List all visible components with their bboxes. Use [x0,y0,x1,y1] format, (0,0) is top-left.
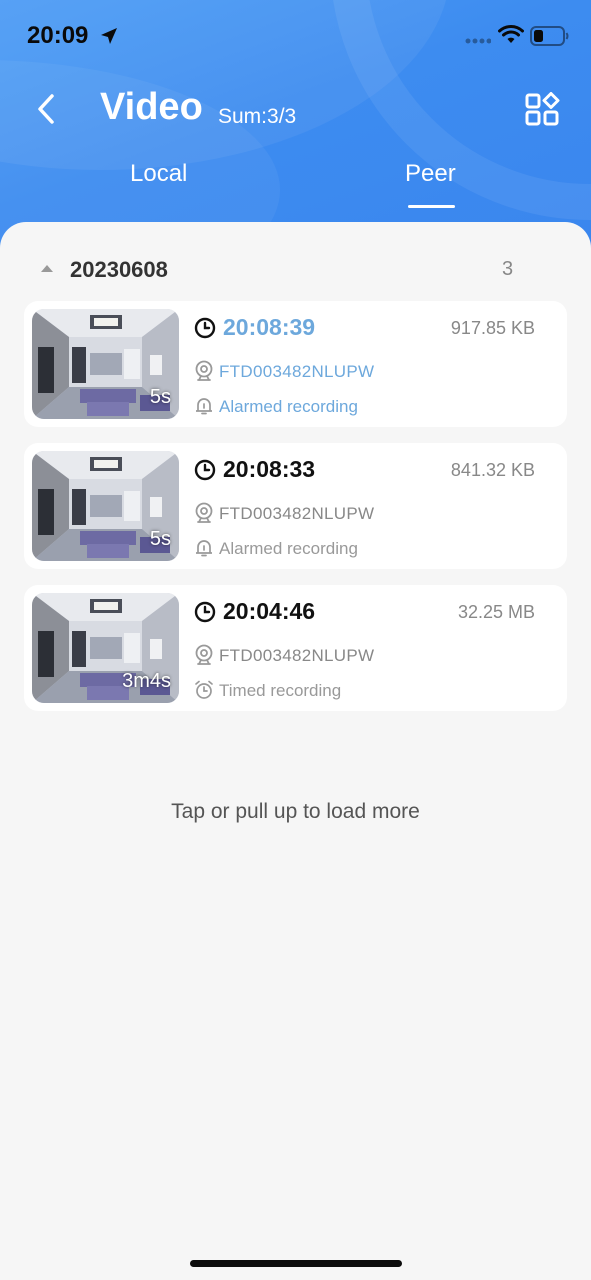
group-count: 3 [502,258,514,280]
status-bar: 20:09 [0,0,591,72]
recording-type: Alarmed recording [219,397,358,416]
bell-icon [196,540,212,557]
video-thumbnail[interactable]: 3m4s [32,593,179,703]
clock-icon [194,459,216,481]
alarm-clock-icon [195,680,213,699]
clock-icon [194,317,216,339]
video-thumbnail[interactable]: 5s [32,309,179,419]
page-title: Video [100,86,203,128]
recording-sum: Sum:3/3 [218,105,297,128]
battery-icon [530,26,569,46]
video-thumbnail[interactable]: 5s [32,451,179,561]
camera-icon [195,360,213,381]
home-indicator [190,1260,402,1267]
tab-local[interactable]: Local [130,160,187,188]
clock-icon [194,601,216,623]
recording-card[interactable]: 3m4s 20:04:46 32.25 MB FTD003482NLUPW Ti… [24,585,567,711]
file-size: 841.32 KB [450,460,535,480]
video-duration: 5s [149,528,171,550]
grid-view-icon[interactable] [524,92,562,128]
recording-time: 20:08:33 [223,456,316,482]
back-button[interactable] [30,88,66,130]
recording-time: 20:04:46 [223,598,316,624]
device-id: FTD003482NLUPW [219,362,375,381]
tab-peer[interactable]: Peer [405,160,456,188]
location-arrow-icon [101,28,117,44]
cellular-signal-icon [465,38,491,44]
camera-icon [195,644,213,665]
recording-card[interactable]: 5s 20:08:39 917.85 KB FTD003482NLUPW Ala… [24,301,567,427]
date-group-header[interactable]: 20230608 3 [0,252,591,288]
status-time: 20:09 [27,22,89,49]
collapse-arrow-icon[interactable] [40,264,54,274]
camera-icon [195,502,213,523]
recording-card[interactable]: 5s 20:08:33 841.32 KB FTD003482NLUPW Ala… [24,443,567,569]
file-size: 917.85 KB [450,318,535,338]
device-id: FTD003482NLUPW [219,646,375,665]
recording-list-panel: 20230608 3 5s 20:08:39 917.85 KB FTD0034… [0,222,591,1280]
wifi-icon [498,25,524,43]
recording-time: 20:08:39 [223,314,316,340]
file-size: 32.25 MB [457,602,535,622]
video-duration: 3m4s [122,670,171,692]
device-id: FTD003482NLUPW [219,504,375,523]
bell-icon [196,398,212,415]
recording-type: Alarmed recording [219,539,358,558]
recording-type: Timed recording [219,681,342,700]
video-duration: 5s [149,386,171,408]
tab-active-indicator [408,205,455,208]
header: 20:09 Video Sum:3/3 Local Peer [0,0,591,250]
group-date: 20230608 [70,257,168,282]
load-more-button[interactable]: Tap or pull up to load more [0,800,591,824]
